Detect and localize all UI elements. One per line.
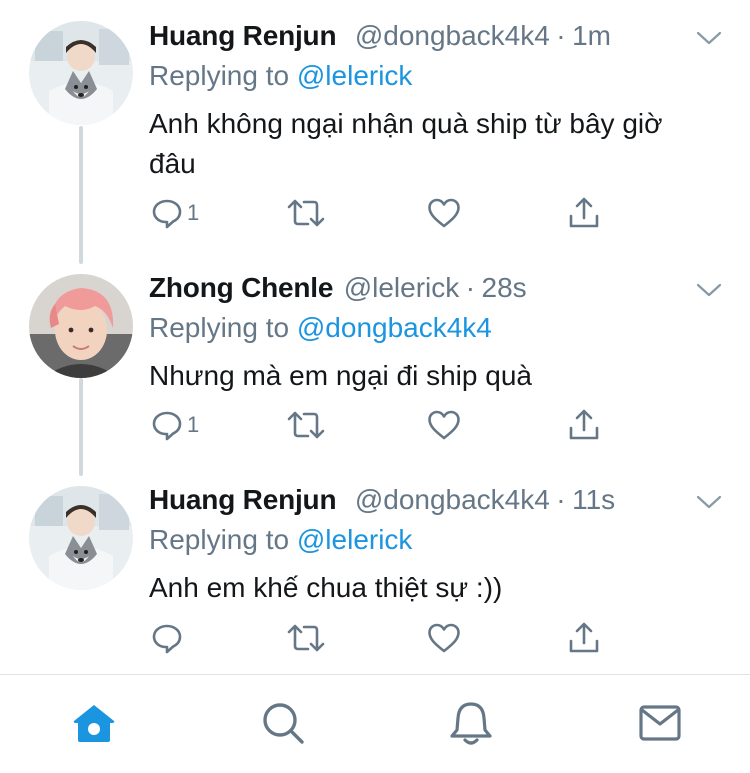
display-name[interactable]: Huang Renjun xyxy=(149,484,337,515)
replying-to-mention[interactable]: @dongback4k4 xyxy=(297,312,492,343)
reply-button[interactable]: 1 xyxy=(151,407,199,443)
tab-home[interactable] xyxy=(70,699,118,747)
tweet-1[interactable]: Huang Renjun @dongback4k4 · 1m Replying … xyxy=(0,0,750,264)
tweet-text: Anh không ngại nhận quà ship từ bây giờ … xyxy=(149,108,663,179)
reply-icon xyxy=(152,624,182,654)
separator-dot: · xyxy=(556,484,566,515)
share-icon xyxy=(569,197,599,228)
reply-icon xyxy=(152,199,182,229)
tweet-header: Huang Renjun @dongback4k4 · 11s xyxy=(149,484,615,520)
timestamp[interactable]: 1m xyxy=(572,20,611,51)
tab-messages[interactable] xyxy=(636,699,684,747)
timestamp[interactable]: 28s xyxy=(482,272,527,303)
chevron-down-icon[interactable] xyxy=(696,282,722,298)
search-icon xyxy=(263,703,304,744)
thread-connector xyxy=(79,126,83,264)
tweet-actions: 1 xyxy=(149,195,609,235)
heart-icon xyxy=(428,623,460,653)
avatar-boy-with-husky xyxy=(29,21,133,125)
avatar[interactable] xyxy=(29,274,133,378)
home-icon xyxy=(73,705,115,742)
tweet-text: Anh em khế chua thiệt sự :)) xyxy=(149,572,503,603)
tweet-3[interactable]: Huang Renjun @dongback4k4 · 11s Replying… xyxy=(0,474,750,674)
avatar[interactable] xyxy=(29,486,133,590)
share-button[interactable] xyxy=(567,195,601,231)
reply-button[interactable] xyxy=(151,620,187,656)
heart-icon xyxy=(428,198,460,228)
reply-icon xyxy=(152,411,182,441)
avatar-pink-hair xyxy=(29,274,133,378)
like-button[interactable] xyxy=(427,195,461,231)
tweet-text: Nhưng mà em ngại đi ship quà xyxy=(149,360,532,391)
tweet-2[interactable]: Zhong Chenle @lelerick · 28s Replying to… xyxy=(0,262,750,476)
heart-icon xyxy=(428,410,460,440)
like-button[interactable] xyxy=(427,407,461,443)
replying-to-mention[interactable]: @lelerick xyxy=(297,524,413,555)
tweet-actions xyxy=(149,620,609,660)
retweet-button[interactable] xyxy=(286,620,326,656)
replying-to-line: Replying to @lelerick xyxy=(149,524,412,556)
replying-to-mention[interactable]: @lelerick xyxy=(297,60,413,91)
display-name[interactable]: Zhong Chenle xyxy=(149,272,333,303)
avatar-boy-with-husky xyxy=(29,486,133,590)
retweet-icon xyxy=(287,411,325,439)
chevron-down-icon[interactable] xyxy=(696,30,722,46)
tweet-header: Zhong Chenle @lelerick · 28s xyxy=(149,272,527,308)
tweet-actions: 1 xyxy=(149,407,609,447)
replying-to-label: Replying to xyxy=(149,312,290,343)
replying-to-label: Replying to xyxy=(149,524,290,555)
avatar[interactable] xyxy=(29,21,133,125)
reply-button[interactable]: 1 xyxy=(151,195,199,231)
tab-notifications[interactable] xyxy=(447,699,495,747)
reply-count: 1 xyxy=(187,200,200,225)
timestamp[interactable]: 11s xyxy=(572,484,615,515)
separator-dot: · xyxy=(465,272,476,303)
chevron-down-icon[interactable] xyxy=(696,494,722,510)
share-icon xyxy=(569,409,599,440)
retweet-icon xyxy=(287,199,325,227)
notifications-icon xyxy=(450,702,492,745)
share-button[interactable] xyxy=(567,620,601,656)
bottom-tab-bar xyxy=(0,674,750,773)
tweet-thread: Huang Renjun @dongback4k4 · 1m Replying … xyxy=(0,0,750,675)
retweet-icon xyxy=(287,624,325,652)
separator-dot: · xyxy=(556,20,566,51)
tweet-header: Huang Renjun @dongback4k4 · 1m xyxy=(149,20,611,56)
replying-to-line: Replying to @dongback4k4 xyxy=(149,312,492,344)
retweet-button[interactable] xyxy=(286,407,326,443)
replying-to-label: Replying to xyxy=(149,60,290,91)
thread-connector xyxy=(79,378,83,476)
share-button[interactable] xyxy=(567,407,601,443)
user-handle[interactable]: @lelerick xyxy=(344,272,460,303)
user-handle[interactable]: @dongback4k4 xyxy=(355,20,550,51)
messages-icon xyxy=(639,705,681,741)
display-name[interactable]: Huang Renjun xyxy=(149,20,337,51)
tab-search[interactable] xyxy=(259,699,307,747)
reply-count: 1 xyxy=(187,412,200,437)
replying-to-line: Replying to @lelerick xyxy=(149,60,412,92)
share-icon xyxy=(569,622,599,653)
retweet-button[interactable] xyxy=(286,195,326,231)
like-button[interactable] xyxy=(427,620,461,656)
user-handle[interactable]: @dongback4k4 xyxy=(355,484,550,515)
